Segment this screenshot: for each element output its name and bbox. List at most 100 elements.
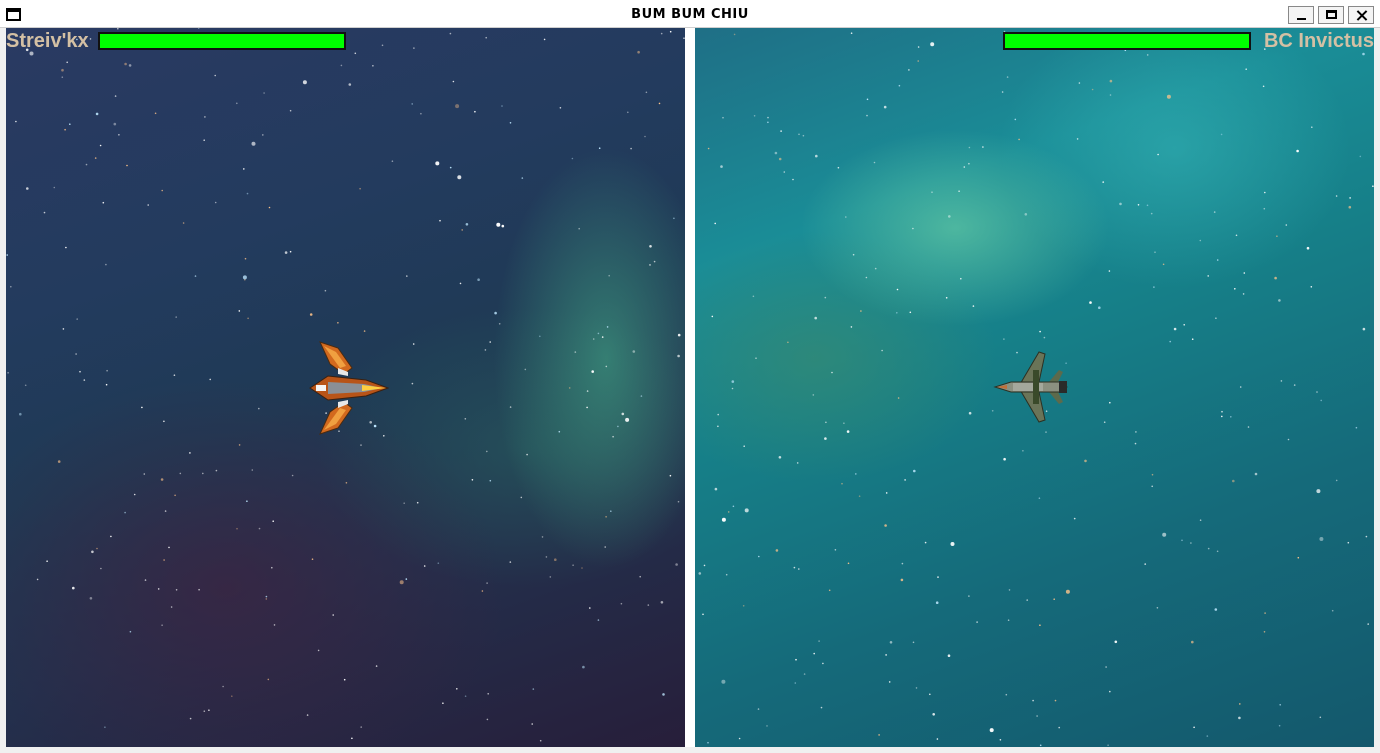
star [1247,426,1250,428]
star [1003,457,1006,461]
star [621,412,625,416]
star [662,693,665,696]
star [481,590,484,592]
star [703,564,706,567]
star [847,562,850,565]
star [1319,716,1322,719]
star [203,139,205,141]
orange-fighter-ship-icon [309,341,390,435]
star [1053,598,1055,600]
star [608,274,610,277]
star [337,322,339,324]
star [1287,438,1290,441]
star [738,737,741,740]
star [539,739,542,742]
star [901,562,904,565]
star [820,706,823,709]
star [948,215,951,218]
player-1-name: Streiv'kx [6,30,89,52]
star [161,624,163,626]
star [968,595,970,597]
star [1073,517,1076,520]
star [100,567,102,570]
star [637,50,640,54]
star [558,430,561,433]
star [1335,479,1338,482]
star [236,102,238,105]
star [1190,542,1192,544]
star [673,217,675,220]
star [1331,609,1334,612]
star [345,482,348,484]
star [828,589,831,592]
star [1355,426,1358,429]
star [936,738,939,740]
star [798,133,800,136]
star [246,192,249,195]
player-2-health-fill [1005,34,1249,48]
star [720,165,723,168]
star [214,201,217,204]
star [1150,212,1153,215]
star [917,46,920,48]
star [531,723,533,725]
star [1078,82,1081,84]
star [707,147,710,150]
star [416,501,419,504]
star [168,546,170,549]
star [381,44,384,47]
star [110,535,112,538]
star [163,559,165,561]
star [812,394,815,396]
star [66,61,68,64]
star [306,714,309,716]
star [520,496,523,499]
star [1024,213,1028,216]
star [714,222,716,225]
star [459,282,462,285]
star [246,500,248,503]
star [57,460,61,463]
star [95,112,99,116]
star [485,36,488,39]
star [403,502,406,505]
star [1264,612,1266,614]
minimize-button[interactable] [1288,6,1314,24]
star [144,579,147,581]
star [105,383,108,386]
star [498,323,501,325]
star [1039,624,1041,626]
close-button[interactable] [1348,6,1374,24]
star [61,76,64,78]
star [271,566,273,569]
star [598,147,601,149]
star [1230,416,1232,418]
star [487,693,490,695]
star [1065,589,1070,594]
star [888,681,891,683]
star [841,482,843,485]
star [711,315,714,318]
star [509,561,512,563]
star [1263,207,1266,210]
star [824,437,827,440]
star [932,713,935,716]
star [1039,744,1042,747]
star [592,338,595,340]
star [717,425,719,428]
star [243,168,245,170]
star [29,51,34,56]
star [1162,532,1167,537]
star [758,555,760,558]
star [834,549,837,551]
title-bar[interactable]: BUM BUM CHIU [0,0,1380,28]
star [677,333,681,337]
star [526,453,528,456]
maximize-button[interactable] [1318,6,1344,24]
star [496,222,501,227]
star [1347,541,1350,544]
player-2-health-bar [1003,32,1251,50]
green-jet-fighter-ship-icon [993,351,1068,423]
star [464,418,467,420]
star [620,602,623,605]
